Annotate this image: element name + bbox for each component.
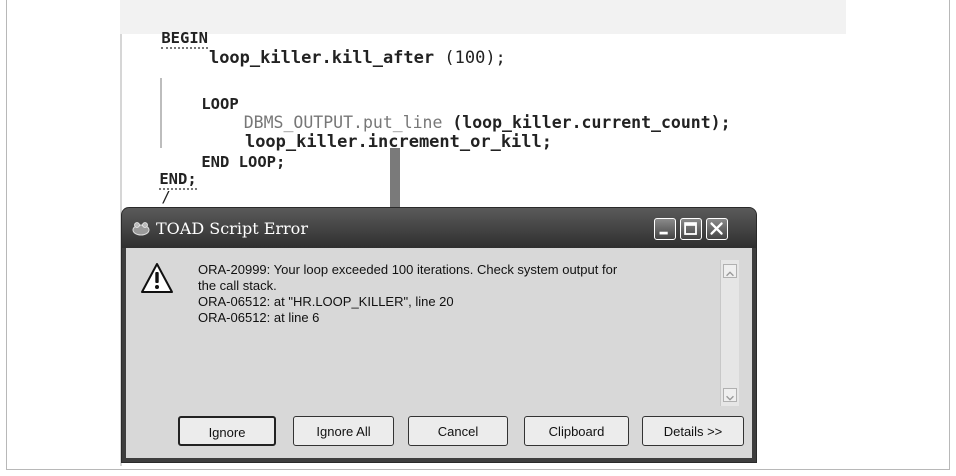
message-scrollbar[interactable]	[720, 260, 739, 406]
toad-app-icon	[132, 222, 150, 236]
cancel-button[interactable]: Cancel	[408, 416, 508, 446]
minimize-icon	[659, 231, 668, 235]
details-button[interactable]: Details >>	[642, 416, 744, 446]
loop-block-bracket	[160, 78, 162, 148]
ignore-all-button[interactable]: Ignore All	[293, 416, 394, 446]
dialog-button-row: Ignore Ignore All Cancel Clipboard Detai…	[126, 416, 752, 450]
warning-icon	[141, 263, 173, 293]
editor-top-band	[120, 0, 846, 34]
error-message-box[interactable]: ORA-20999: Your loop exceeded 100 iterat…	[194, 260, 740, 406]
maximize-icon	[684, 222, 697, 235]
clipboard-button[interactable]: Clipboard	[524, 416, 629, 446]
ignore-button[interactable]: Ignore	[178, 416, 276, 446]
chevron-down-icon	[726, 395, 734, 401]
close-icon	[710, 222, 723, 235]
dialog-title: TOAD Script Error	[156, 219, 308, 238]
error-line: the call stack.	[198, 278, 277, 293]
minimize-button[interactable]	[654, 218, 676, 240]
maximize-button[interactable]	[680, 218, 702, 240]
kill-after-call: loop_killer.kill_after	[208, 48, 435, 68]
toad-script-error-dialog[interactable]: TOAD Script Error ORA-20999: Your loop e…	[122, 208, 756, 462]
end-loop-keyword: END LOOP;	[201, 153, 286, 171]
scroll-up-button[interactable]	[723, 264, 737, 278]
kill-after-arg: (100);	[444, 48, 506, 68]
dialog-titlebar[interactable]: TOAD Script Error	[122, 208, 756, 248]
close-button[interactable]	[706, 218, 728, 240]
dialog-body: ORA-20999: Your loop exceeded 100 iterat…	[126, 248, 752, 458]
error-message: ORA-20999: Your loop exceeded 100 iterat…	[198, 262, 714, 326]
chevron-up-icon	[726, 271, 734, 277]
error-line: ORA-06512: at line 6	[198, 310, 320, 325]
error-line: ORA-20999: Your loop exceeded 100 iterat…	[198, 262, 618, 277]
slash-terminator: /	[161, 188, 171, 206]
scroll-down-button[interactable]	[723, 388, 737, 402]
error-line: ORA-06512: at "HR.LOOP_KILLER", line 20	[198, 294, 454, 309]
